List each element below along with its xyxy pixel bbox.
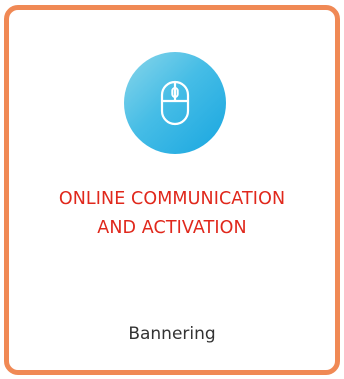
service-card[interactable]: ONLINE COMMUNICATION AND ACTIVATION Bann…: [4, 5, 340, 375]
card-subtitle: Bannering: [128, 324, 216, 344]
icon-badge: [124, 52, 226, 154]
card-title-line-2: AND ACTIVATION: [97, 218, 247, 238]
computer-mouse-icon: [160, 80, 190, 126]
card-title-line-1: ONLINE COMMUNICATION: [58, 189, 286, 209]
card-title: ONLINE COMMUNICATION AND ACTIVATION: [9, 185, 335, 243]
